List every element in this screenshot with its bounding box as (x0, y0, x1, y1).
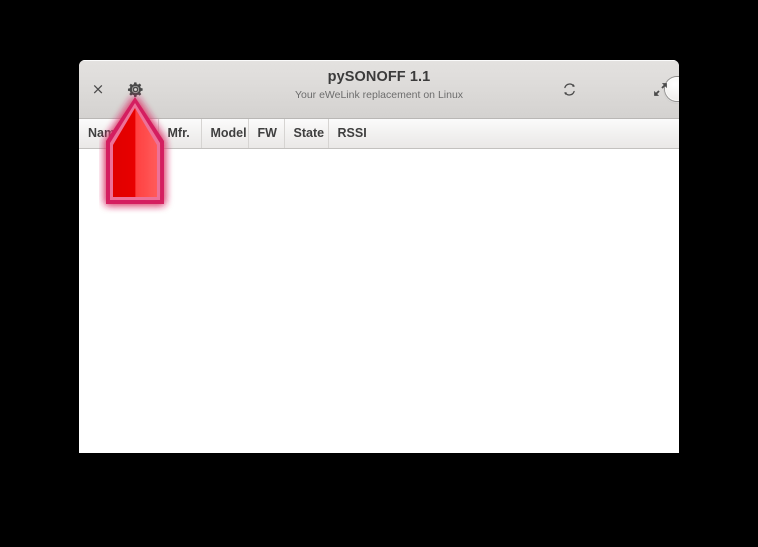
column-header-name[interactable]: Name (79, 119, 159, 149)
table-header: Name Mfr. Model FW State RSSI (79, 119, 679, 149)
column-header-rssi[interactable]: RSSI (328, 119, 679, 149)
page-title: pySONOFF 1.1 (327, 69, 431, 85)
refresh-icon (563, 82, 575, 96)
title-block: pySONOFF 1.1 Your eWeLink replacement on… (79, 68, 679, 102)
refresh-button[interactable] (556, 76, 582, 102)
maximize-button[interactable] (647, 76, 673, 102)
column-header-mfr[interactable]: Mfr. (158, 119, 202, 149)
column-header-state[interactable]: State (284, 119, 329, 149)
close-icon: × (91, 79, 105, 98)
table-header-row: Name Mfr. Model FW State RSSI (79, 119, 679, 149)
gear-icon (127, 81, 143, 97)
device-table: Name Mfr. Model FW State RSSI (79, 119, 679, 149)
empty-device-list-area (79, 148, 679, 453)
page-subtitle: Your eWeLink replacement on Linux (294, 89, 464, 101)
column-header-fw[interactable]: FW (248, 119, 285, 149)
settings-button[interactable] (122, 76, 148, 102)
column-header-model[interactable]: Model (201, 119, 249, 149)
application-window: × pySONOFF 1.1 Your eWeLink replacement … (79, 60, 679, 453)
title-bar: × pySONOFF 1.1 Your eWeLink replacement … (79, 60, 679, 119)
expand-icon (653, 82, 667, 96)
close-button[interactable]: × (85, 76, 111, 102)
